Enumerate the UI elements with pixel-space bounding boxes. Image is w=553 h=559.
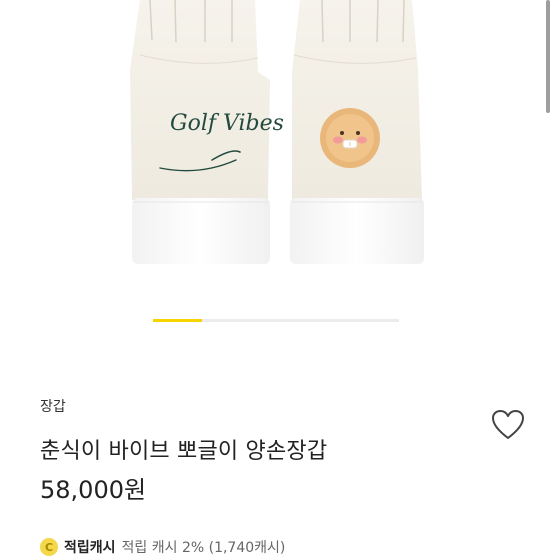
product-image[interactable]: Golf Vibes (0, 0, 553, 295)
reward-cash-row: C 적립캐시 적립 캐시 2% (1,740캐시) (40, 535, 285, 559)
product-title: 춘식이 바이브 뽀글이 양손장갑 (40, 439, 328, 464)
carousel-progress (153, 319, 203, 322)
heart-outline-icon (492, 410, 524, 439)
svg-text:Golf Vibes: Golf Vibes (170, 111, 284, 136)
cash-coin-icon: C (40, 538, 58, 556)
reward-cash-detail: 적립 캐시 2% (1,740캐시) (121, 540, 286, 556)
reward-cash-label: 적립캐시 (64, 540, 116, 556)
gloves-illustration: Golf Vibes (130, 0, 424, 264)
product-price: 58,000원 (40, 476, 147, 504)
favorite-button[interactable] (490, 407, 526, 443)
character-patch (320, 108, 380, 168)
product-category[interactable]: 장갑 (40, 396, 66, 416)
page-scrollbar[interactable] (546, 0, 550, 113)
image-carousel-indicator[interactable] (153, 319, 399, 322)
